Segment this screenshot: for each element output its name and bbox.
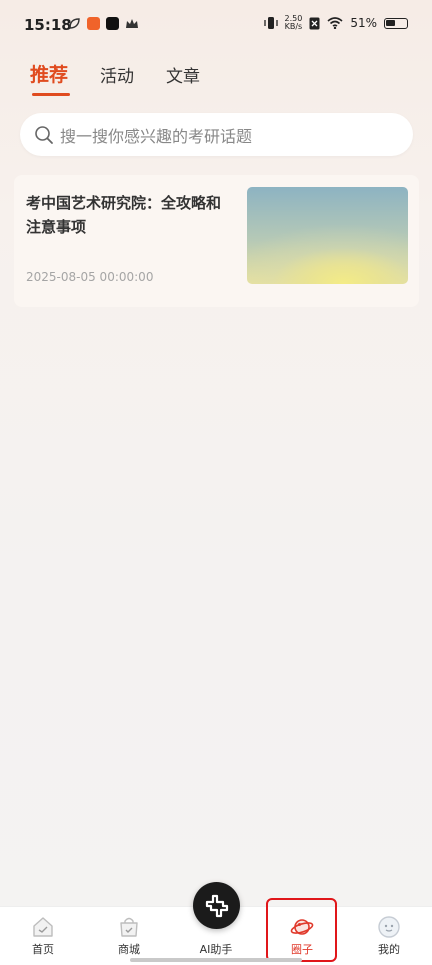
active-nav-highlight <box>266 898 337 962</box>
wifi-icon <box>327 17 343 29</box>
net-speed: 2.50 KB/s <box>285 15 303 31</box>
orange-app-icon <box>87 17 100 30</box>
ai-assistant-icon <box>205 894 228 917</box>
battery-percent: 51% <box>350 16 377 30</box>
nav-mine-label: 我的 <box>378 943 400 956</box>
nav-mall-label: 商城 <box>118 943 140 956</box>
tab-article[interactable]: 文章 <box>166 62 200 87</box>
leaf-app-icon <box>69 18 80 29</box>
nav-mine[interactable]: 我的 <box>359 915 419 957</box>
shopping-bag-icon <box>120 917 138 937</box>
tiktok-icon <box>106 17 119 30</box>
article-card[interactable]: 考中国艺术研究院：全攻略和注意事项 2025-08-05 00:00:00 <box>14 175 419 307</box>
active-tab-indicator <box>32 93 70 96</box>
tab-activity[interactable]: 活动 <box>100 62 134 87</box>
search-placeholder: 搜一搜你感兴趣的考研话题 <box>60 126 253 146</box>
battery-icon <box>384 17 408 29</box>
article-date: 2025-08-05 00:00:00 <box>26 270 154 284</box>
ai-assistant-button[interactable] <box>193 882 240 929</box>
crown-icon <box>126 18 138 28</box>
home-indicator <box>130 958 302 962</box>
status-time: 15:18 <box>24 16 72 34</box>
top-tabs: 推荐 活动 文章 <box>30 60 200 96</box>
nav-home[interactable]: 首页 <box>13 915 73 957</box>
nav-mall[interactable]: 商城 <box>99 915 159 957</box>
profile-icon <box>378 916 400 938</box>
search-icon <box>35 125 53 144</box>
no-sim-icon <box>309 17 320 29</box>
net-speed-unit: KB/s <box>284 22 303 31</box>
nav-ai-label: AI助手 <box>199 943 233 956</box>
status-bar: 15:18 2.50 KB/s 51% <box>0 0 432 50</box>
notification-icons <box>68 17 139 30</box>
article-title: 考中国艺术研究院：全攻略和注意事项 <box>26 194 222 236</box>
home-icon <box>33 917 53 937</box>
search-bar[interactable]: 搜一搜你感兴趣的考研话题 <box>20 113 413 156</box>
nav-home-label: 首页 <box>32 943 54 956</box>
vibrate-icon <box>263 17 278 29</box>
article-thumbnail <box>247 187 408 284</box>
status-right: 2.50 KB/s 51% <box>263 15 408 31</box>
tab-recommend[interactable]: 推荐 <box>30 60 68 87</box>
